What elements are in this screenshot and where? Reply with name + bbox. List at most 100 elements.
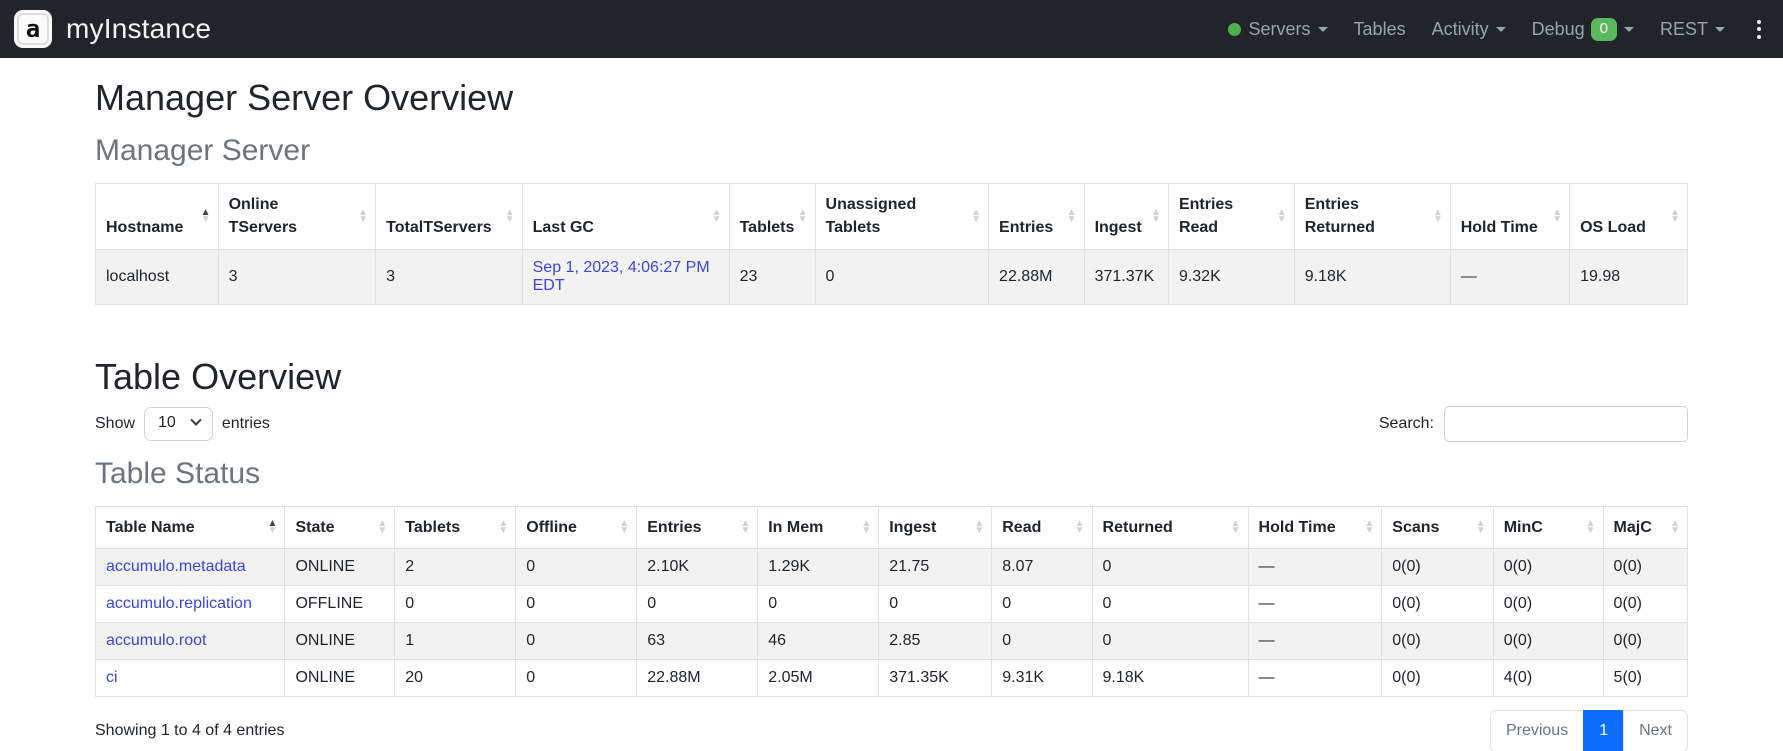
table-row: accumulo.root ONLINE 1 0 63 46 2.85 0 0 … bbox=[96, 622, 1688, 659]
col-tablets[interactable]: Tablets▲▼ bbox=[729, 184, 815, 249]
sort-icons: ▲▼ bbox=[201, 210, 211, 222]
col-entries[interactable]: Entries▲▼ bbox=[989, 184, 1085, 249]
sort-icons: ▲▼ bbox=[1670, 521, 1680, 533]
col-in-mem[interactable]: In Mem▲▼ bbox=[758, 506, 879, 548]
table-status-heading: Table Status bbox=[95, 456, 1688, 492]
overflow-menu-icon[interactable] bbox=[1751, 16, 1767, 43]
sort-desc-icon: ▼ bbox=[798, 216, 808, 222]
col-ingest[interactable]: Ingest▲▼ bbox=[1084, 184, 1168, 249]
col-offline[interactable]: Offline▲▼ bbox=[516, 506, 637, 548]
table-link[interactable]: accumulo.root bbox=[106, 632, 207, 649]
sort-desc-icon: ▼ bbox=[974, 527, 984, 533]
table-row: accumulo.replication OFFLINE 0 0 0 0 0 0… bbox=[96, 585, 1688, 622]
col-hold-time[interactable]: Hold Time▲▼ bbox=[1450, 184, 1569, 249]
col-ingest[interactable]: Ingest▲▼ bbox=[879, 506, 992, 548]
col-entries-returned[interactable]: Entries Returned▲▼ bbox=[1294, 184, 1450, 249]
sort-desc-icon: ▼ bbox=[619, 527, 629, 533]
col-read[interactable]: Read▲▼ bbox=[992, 506, 1092, 548]
col-returned[interactable]: Returned▲▼ bbox=[1092, 506, 1248, 548]
state-cell: ONLINE bbox=[285, 548, 395, 585]
chevron-down-icon bbox=[190, 415, 201, 426]
col-entries[interactable]: Entries▲▼ bbox=[637, 506, 758, 548]
sort-icons: ▲▼ bbox=[861, 521, 871, 533]
sort-icons: ▲▼ bbox=[1433, 210, 1443, 222]
top-navbar: a myInstance Servers Tables Activity Deb… bbox=[0, 0, 1783, 58]
page-title: Manager Server Overview bbox=[95, 76, 1688, 119]
sort-icons: ▲▼ bbox=[1231, 521, 1241, 533]
pagination-previous[interactable]: Previous bbox=[1490, 710, 1584, 751]
sort-icons: ▲▼ bbox=[268, 521, 278, 533]
chevron-down-icon bbox=[1318, 27, 1328, 32]
pagination-next[interactable]: Next bbox=[1623, 710, 1688, 751]
sort-icons: ▲▼ bbox=[358, 210, 368, 222]
sort-desc-icon: ▼ bbox=[1586, 527, 1596, 533]
sort-desc-icon: ▼ bbox=[1277, 216, 1287, 222]
sort-desc-icon: ▼ bbox=[358, 216, 368, 222]
state-cell: ONLINE bbox=[285, 622, 395, 659]
sort-icons: ▲▼ bbox=[498, 521, 508, 533]
nav-rest-dropdown[interactable]: REST bbox=[1660, 19, 1725, 40]
server-status-dot-icon bbox=[1228, 23, 1241, 36]
page-length-select[interactable]: 10 bbox=[144, 407, 213, 441]
table-info-text: Showing 1 to 4 of 4 entries bbox=[95, 722, 284, 740]
nav-servers-dropdown[interactable]: Servers bbox=[1228, 19, 1328, 40]
table-link[interactable]: accumulo.replication bbox=[106, 595, 252, 612]
sort-desc-icon: ▼ bbox=[1151, 216, 1161, 222]
nav-activity-dropdown[interactable]: Activity bbox=[1432, 19, 1506, 40]
state-cell: OFFLINE bbox=[285, 585, 395, 622]
sort-icons: ▲▼ bbox=[1552, 210, 1562, 222]
sort-desc-icon: ▼ bbox=[1067, 216, 1077, 222]
table-row: accumulo.metadata ONLINE 2 0 2.10K 1.29K… bbox=[96, 548, 1688, 585]
sort-desc-icon: ▼ bbox=[712, 216, 722, 222]
col-hostname[interactable]: Hostname▲▼ bbox=[96, 184, 219, 249]
col-tablets[interactable]: Tablets▲▼ bbox=[395, 506, 516, 548]
col-scans[interactable]: Scans▲▼ bbox=[1382, 506, 1493, 548]
col-majc[interactable]: MajC▲▼ bbox=[1603, 506, 1687, 548]
manager-server-heading: Manager Server bbox=[95, 133, 1688, 169]
col-online-tservers[interactable]: Online TServers▲▼ bbox=[218, 184, 376, 249]
col-table-name[interactable]: Table Name▲▼ bbox=[96, 506, 285, 548]
sort-desc-icon: ▼ bbox=[1433, 216, 1443, 222]
sort-icons: ▲▼ bbox=[1151, 210, 1161, 222]
col-state[interactable]: State▲▼ bbox=[285, 506, 395, 548]
instance-name[interactable]: myInstance bbox=[66, 13, 211, 45]
chevron-down-icon bbox=[1715, 27, 1725, 32]
sort-desc-icon: ▼ bbox=[1364, 527, 1374, 533]
pagination-page-1[interactable]: 1 bbox=[1583, 710, 1624, 751]
sort-desc-icon: ▼ bbox=[971, 216, 981, 222]
table-link[interactable]: ci bbox=[106, 669, 118, 686]
nav-tables-link[interactable]: Tables bbox=[1354, 19, 1406, 40]
sort-desc-icon: ▼ bbox=[740, 527, 750, 533]
col-unassigned-tablets[interactable]: Unassigned Tablets▲▼ bbox=[815, 184, 989, 249]
sort-icons: ▲▼ bbox=[377, 521, 387, 533]
sort-icons: ▲▼ bbox=[1067, 210, 1077, 222]
col-entries-read[interactable]: Entries Read▲▼ bbox=[1168, 184, 1294, 249]
last-gc-link[interactable]: Sep 1, 2023, 4:06:27 PM EDT bbox=[533, 259, 710, 294]
sort-icons: ▲▼ bbox=[505, 210, 515, 222]
logo-letter: a bbox=[26, 17, 40, 41]
nav-debug-dropdown[interactable]: Debug 0 bbox=[1532, 18, 1634, 41]
sort-icons: ▲▼ bbox=[1586, 521, 1596, 533]
cell-hostname: localhost bbox=[96, 249, 219, 304]
sort-desc-icon: ▼ bbox=[268, 527, 278, 533]
col-total-tservers[interactable]: TotalTServers▲▼ bbox=[376, 184, 522, 249]
col-hold-time[interactable]: Hold Time▲▼ bbox=[1248, 506, 1382, 548]
accumulo-logo-icon[interactable]: a bbox=[14, 10, 52, 48]
col-minc[interactable]: MinC▲▼ bbox=[1493, 506, 1603, 548]
manager-row: localhost 3 3 Sep 1, 2023, 4:06:27 PM ED… bbox=[96, 249, 1688, 304]
table-link[interactable]: accumulo.metadata bbox=[106, 558, 246, 575]
manager-server-table: Hostname▲▼ Online TServers▲▼ TotalTServe… bbox=[95, 183, 1688, 304]
pagination: Previous 1 Next bbox=[1491, 710, 1688, 751]
sort-icons: ▲▼ bbox=[974, 521, 984, 533]
debug-count-badge: 0 bbox=[1591, 18, 1617, 41]
col-os-load[interactable]: OS Load▲▼ bbox=[1570, 184, 1688, 249]
col-last-gc[interactable]: Last GC▲▼ bbox=[522, 184, 729, 249]
sort-desc-icon: ▼ bbox=[1075, 527, 1085, 533]
table-overview-title: Table Overview bbox=[95, 355, 1688, 398]
page-length-control: Show 10 entries bbox=[95, 407, 270, 441]
sort-desc-icon: ▼ bbox=[1552, 216, 1562, 222]
sort-icons: ▲▼ bbox=[1277, 210, 1287, 222]
sort-desc-icon: ▼ bbox=[1670, 527, 1680, 533]
sort-icons: ▲▼ bbox=[1364, 521, 1374, 533]
search-input[interactable] bbox=[1444, 406, 1688, 442]
